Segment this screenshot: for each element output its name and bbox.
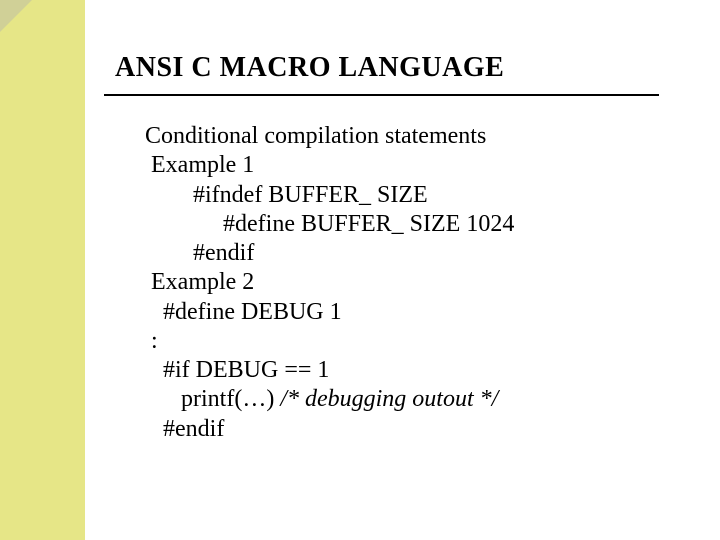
corner-fold-decoration bbox=[0, 0, 32, 32]
example-2-label: Example 2 bbox=[145, 268, 690, 297]
content-intro: Conditional compilation statements bbox=[145, 122, 690, 151]
code-text: printf(…) bbox=[145, 386, 280, 412]
code-line: #define DEBUG 1 bbox=[145, 298, 690, 327]
code-line-printf: printf(…) /* debugging outout */ bbox=[145, 385, 690, 414]
code-line: #if DEBUG == 1 bbox=[145, 356, 690, 385]
code-line-colon: : bbox=[145, 327, 690, 356]
slide-content: Conditional compilation statements Examp… bbox=[145, 122, 690, 444]
code-line: #define BUFFER_ SIZE 1024 bbox=[145, 210, 690, 239]
left-accent-band bbox=[0, 0, 85, 540]
slide: ANSI C MACRO LANGUAGE Conditional compil… bbox=[0, 0, 720, 540]
code-line: #endif bbox=[145, 415, 690, 444]
slide-title: ANSI C MACRO LANGUAGE bbox=[115, 52, 675, 84]
example-1-label: Example 1 bbox=[145, 151, 690, 180]
code-comment: /* debugging outout */ bbox=[280, 386, 498, 412]
title-underline bbox=[104, 94, 659, 96]
code-line: #ifndef BUFFER_ SIZE bbox=[145, 181, 690, 210]
code-line: #endif bbox=[145, 239, 690, 268]
